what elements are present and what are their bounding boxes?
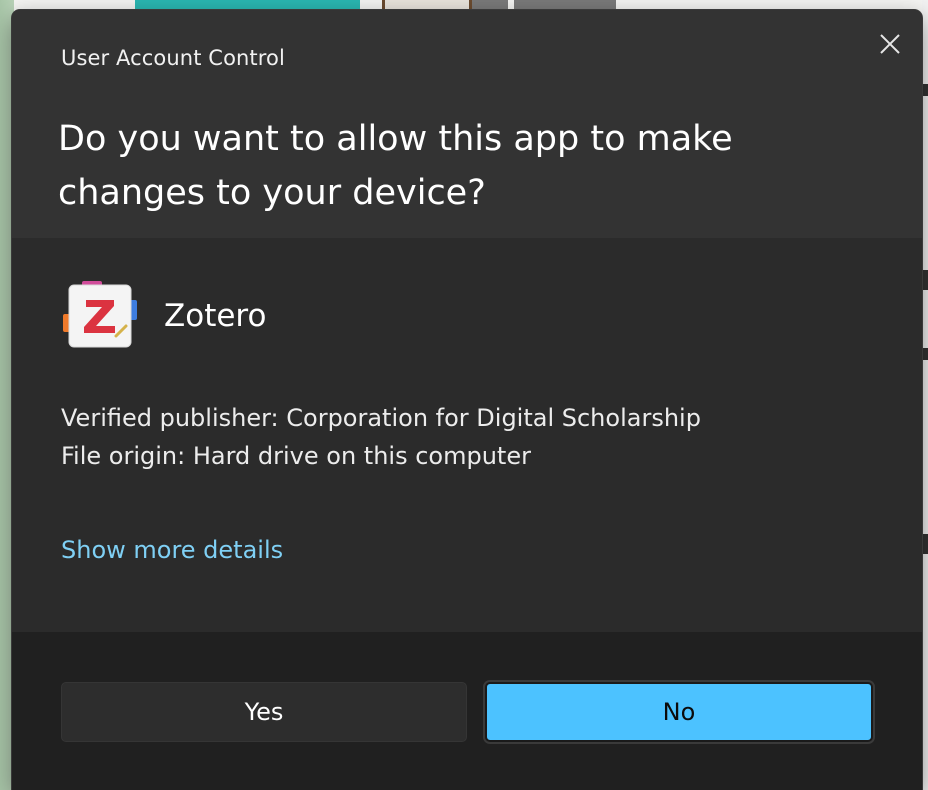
close-button[interactable] [872,26,908,62]
dialog-title: User Account Control [61,46,285,70]
background-document-edge-marks [923,84,928,554]
no-button[interactable]: No [485,682,873,742]
dialog-body: Zotero Verified publisher: Corporation f… [12,238,922,632]
publisher-info: Verified publisher: Corporation for Digi… [61,404,701,432]
yes-button[interactable]: Yes [61,682,467,742]
background-document-edge [922,0,928,790]
dialog-header: User Account Control Do you want to allo… [12,10,922,238]
file-origin-info: File origin: Hard drive on this computer [61,442,531,470]
dialog-footer: Yes No [12,632,922,790]
close-icon [880,34,900,54]
uac-dialog: User Account Control Do you want to allo… [12,10,922,790]
uac-question: Do you want to allow this app to make ch… [58,119,733,213]
zotero-logo-icon [62,278,138,354]
app-name: Zotero [164,298,267,334]
show-more-details-link[interactable]: Show more details [61,536,283,564]
